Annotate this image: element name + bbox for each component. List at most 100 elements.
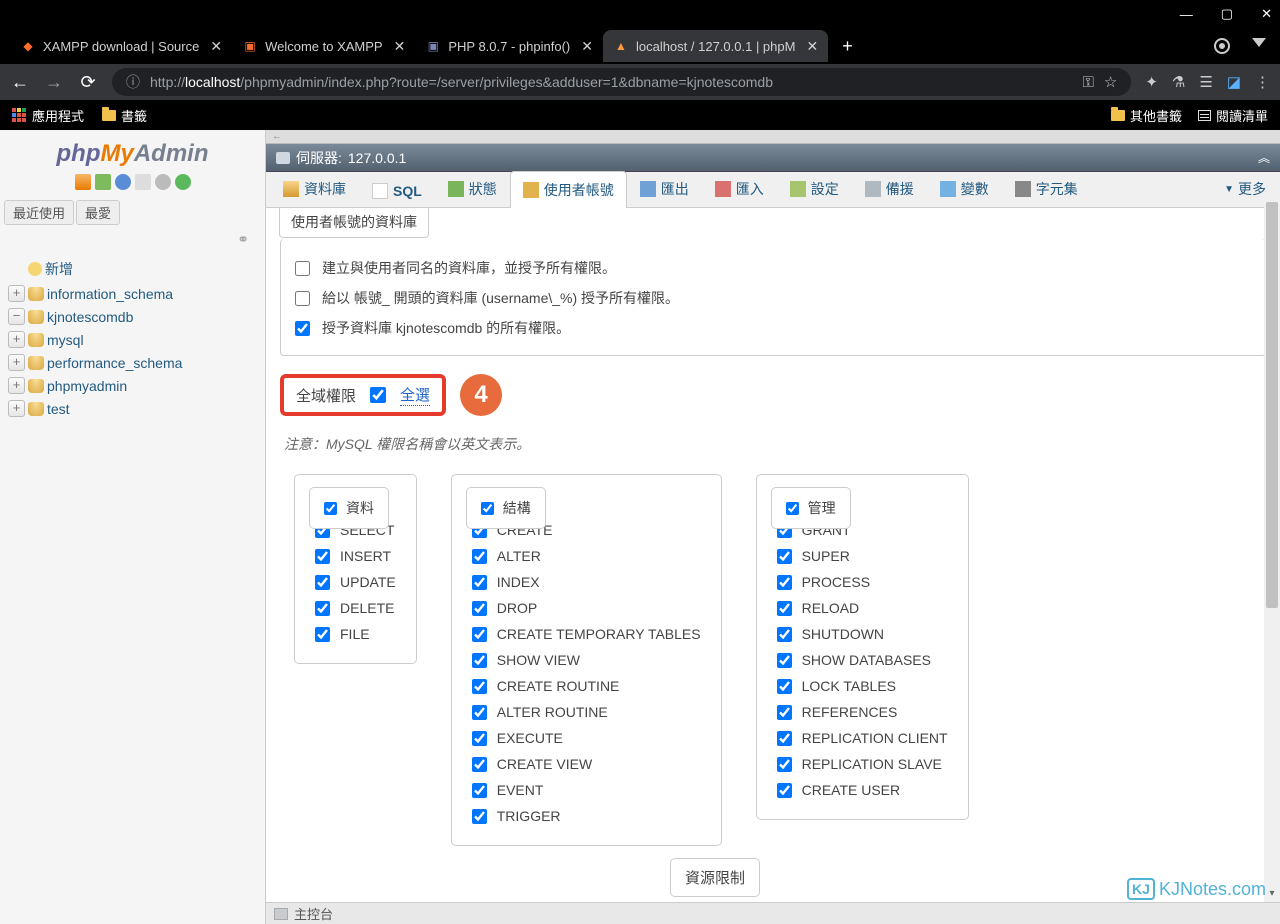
- browser-tab[interactable]: ▣Welcome to XAMPP✕: [232, 30, 415, 62]
- db-node[interactable]: phpmyadmin: [8, 374, 261, 397]
- password-key-icon[interactable]: ⚿: [1082, 74, 1093, 91]
- tab-sql[interactable]: SQL: [359, 174, 435, 207]
- priv-item[interactable]: DELETE: [315, 595, 396, 621]
- priv-item[interactable]: CREATE USER: [777, 777, 948, 803]
- group-title[interactable]: 管理: [771, 487, 851, 529]
- opt-create-same-name[interactable]: 建立與使用者同名的資料庫，並授予所有權限。: [295, 253, 1251, 283]
- maximize-button[interactable]: ▢: [1221, 6, 1233, 22]
- checkbox[interactable]: [295, 321, 310, 336]
- browser-tab[interactable]: ◆XAMPP download | Source✕: [10, 30, 232, 62]
- tab-status[interactable]: 狀態: [435, 170, 510, 207]
- priv-item[interactable]: ALTER: [472, 543, 701, 569]
- priv-item[interactable]: CREATE TEMPORARY TABLES: [472, 621, 701, 647]
- select-all-checkbox[interactable]: [370, 387, 386, 403]
- scrollbar[interactable]: ▴▾: [1264, 202, 1280, 902]
- priv-checkbox[interactable]: [472, 601, 487, 616]
- logout-icon[interactable]: [95, 174, 111, 190]
- settings-icon[interactable]: [155, 174, 171, 190]
- priv-checkbox[interactable]: [472, 809, 487, 824]
- priv-checkbox[interactable]: [777, 653, 792, 668]
- priv-checkbox[interactable]: [777, 783, 792, 798]
- tab-close-icon[interactable]: ✕: [210, 38, 222, 55]
- star-icon[interactable]: ☆: [1104, 73, 1117, 91]
- expand-icon[interactable]: [8, 377, 25, 394]
- address-bar[interactable]: ⓘ http://localhost/phpmyadmin/index.php?…: [112, 68, 1131, 96]
- refresh-icon[interactable]: [175, 174, 191, 190]
- menu-icon[interactable]: ⋮: [1255, 73, 1270, 91]
- opt-grant-prefix[interactable]: 給以 帳號_ 開頭的資料庫 (username\_%) 授予所有權限。: [295, 283, 1251, 313]
- expand-icon[interactable]: [8, 354, 25, 371]
- priv-checkbox[interactable]: [472, 627, 487, 642]
- priv-checkbox[interactable]: [472, 549, 487, 564]
- priv-item[interactable]: EVENT: [472, 777, 701, 803]
- priv-item[interactable]: FILE: [315, 621, 396, 647]
- priv-item[interactable]: CREATE VIEW: [472, 751, 701, 777]
- priv-item[interactable]: REPLICATION SLAVE: [777, 751, 948, 777]
- sql-icon[interactable]: [135, 174, 151, 190]
- extensions-icon[interactable]: ✦: [1145, 73, 1158, 91]
- bookmark-folder[interactable]: 書籤: [102, 106, 147, 125]
- priv-checkbox[interactable]: [777, 601, 792, 616]
- priv-checkbox[interactable]: [315, 549, 330, 564]
- expand-icon[interactable]: [8, 331, 25, 348]
- tab-replication[interactable]: 備援: [852, 170, 927, 207]
- priv-item[interactable]: SUPER: [777, 543, 948, 569]
- priv-checkbox[interactable]: [777, 705, 792, 720]
- sidebar-collapse-bar[interactable]: ←: [266, 130, 1280, 144]
- priv-checkbox[interactable]: [777, 757, 792, 772]
- priv-checkbox[interactable]: [472, 679, 487, 694]
- link-icon[interactable]: ⚭: [237, 231, 249, 247]
- db-node[interactable]: test: [8, 397, 261, 420]
- db-node[interactable]: performance_schema: [8, 351, 261, 374]
- collapse-caret-icon[interactable]: ︽: [1258, 149, 1270, 166]
- group-checkbox[interactable]: [786, 502, 799, 515]
- minimize-button[interactable]: —: [1180, 7, 1193, 22]
- other-bookmarks[interactable]: 其他書籤: [1111, 106, 1182, 125]
- reading-list[interactable]: 閱讀清單: [1198, 106, 1268, 125]
- priv-item[interactable]: LOCK TABLES: [777, 673, 948, 699]
- priv-item[interactable]: CREATE ROUTINE: [472, 673, 701, 699]
- tab-export[interactable]: 匯出: [627, 170, 702, 207]
- db-node[interactable]: information_schema: [8, 282, 261, 305]
- priv-item[interactable]: REFERENCES: [777, 699, 948, 725]
- priv-checkbox[interactable]: [472, 575, 487, 590]
- priv-checkbox[interactable]: [472, 731, 487, 746]
- list-icon[interactable]: ☰: [1199, 73, 1212, 91]
- db-node[interactable]: mysql: [8, 328, 261, 351]
- browser-tab[interactable]: ▲localhost / 127.0.0.1 | phpM✕: [603, 30, 828, 62]
- tab-users[interactable]: 使用者帳號: [510, 171, 627, 208]
- expand-icon[interactable]: [8, 285, 25, 302]
- priv-checkbox[interactable]: [472, 705, 487, 720]
- opt-grant-db[interactable]: 授予資料庫 kjnotescomdb 的所有權限。: [295, 313, 1251, 343]
- group-checkbox[interactable]: [324, 502, 337, 515]
- priv-item[interactable]: ALTER ROUTINE: [472, 699, 701, 725]
- priv-item[interactable]: SHOW DATABASES: [777, 647, 948, 673]
- priv-item[interactable]: SHOW VIEW: [472, 647, 701, 673]
- priv-item[interactable]: INSERT: [315, 543, 396, 569]
- forward-button[interactable]: →: [44, 72, 64, 93]
- priv-checkbox[interactable]: [777, 627, 792, 642]
- favorite-button[interactable]: 最愛: [76, 200, 120, 225]
- priv-item[interactable]: EXECUTE: [472, 725, 701, 751]
- priv-item[interactable]: INDEX: [472, 569, 701, 595]
- apps-shortcut[interactable]: 應用程式: [12, 106, 84, 125]
- select-all-link[interactable]: 全選: [400, 384, 430, 406]
- back-button[interactable]: ←: [10, 72, 30, 93]
- priv-item[interactable]: UPDATE: [315, 569, 396, 595]
- expand-icon[interactable]: [8, 400, 25, 417]
- tab-databases[interactable]: 資料庫: [270, 170, 359, 207]
- priv-checkbox[interactable]: [472, 757, 487, 772]
- tab-close-icon[interactable]: ✕: [581, 38, 593, 55]
- account-icon[interactable]: [1214, 38, 1230, 54]
- checkbox[interactable]: [295, 291, 310, 306]
- console-bar[interactable]: 主控台: [266, 902, 1280, 924]
- priv-checkbox[interactable]: [777, 731, 792, 746]
- group-title[interactable]: 結構: [466, 487, 546, 529]
- collapse-icon[interactable]: [8, 308, 25, 325]
- checkbox[interactable]: [295, 261, 310, 276]
- recent-button[interactable]: 最近使用: [4, 200, 74, 225]
- group-checkbox[interactable]: [481, 502, 494, 515]
- site-info-icon[interactable]: ⓘ: [126, 72, 140, 92]
- tab-close-icon[interactable]: ✕: [806, 38, 818, 55]
- app-icon[interactable]: ◪: [1227, 73, 1241, 91]
